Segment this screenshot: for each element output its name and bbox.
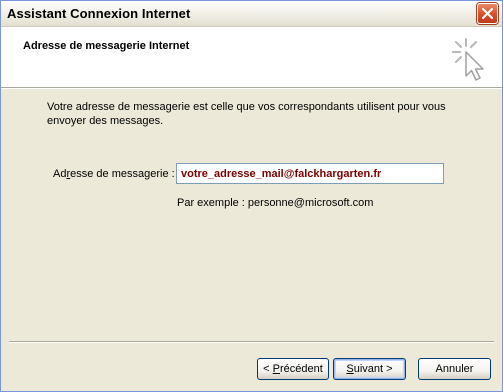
next-button-suffix: uivant > bbox=[353, 363, 393, 375]
wizard-window: Assistant Connexion Internet Adresse de … bbox=[0, 0, 503, 392]
email-label-prefix: Ad bbox=[53, 168, 67, 180]
page-title: Adresse de messagerie Internet bbox=[23, 40, 190, 52]
previous-button[interactable]: < Précédent bbox=[257, 358, 329, 380]
close-button[interactable] bbox=[477, 3, 498, 24]
next-button-mnemonic: S bbox=[346, 363, 354, 375]
header-divider bbox=[1, 88, 502, 89]
wizard-sparkle-cursor-icon bbox=[452, 38, 484, 81]
window-title: Assistant Connexion Internet bbox=[7, 6, 191, 21]
email-label-suffix: esse de messagerie : bbox=[70, 168, 175, 180]
wizard-header: Adresse de messagerie Internet bbox=[1, 27, 502, 88]
footer-divider bbox=[9, 341, 494, 343]
close-icon bbox=[482, 8, 493, 19]
title-bar[interactable]: Assistant Connexion Internet bbox=[1, 1, 502, 27]
email-label: Adresse de messagerie : bbox=[53, 168, 175, 180]
previous-button-suffix: récédent bbox=[280, 363, 323, 375]
previous-button-prefix: < bbox=[263, 363, 273, 375]
next-button[interactable]: Suivant > bbox=[333, 358, 406, 380]
previous-button-mnemonic: P bbox=[272, 363, 280, 375]
example-text: Par exemple : personne@microsoft.com bbox=[177, 197, 374, 209]
email-address-input[interactable] bbox=[176, 163, 444, 184]
description-text: Votre adresse de messagerie est celle qu… bbox=[47, 101, 446, 127]
cancel-button[interactable]: Annuler bbox=[418, 358, 491, 380]
